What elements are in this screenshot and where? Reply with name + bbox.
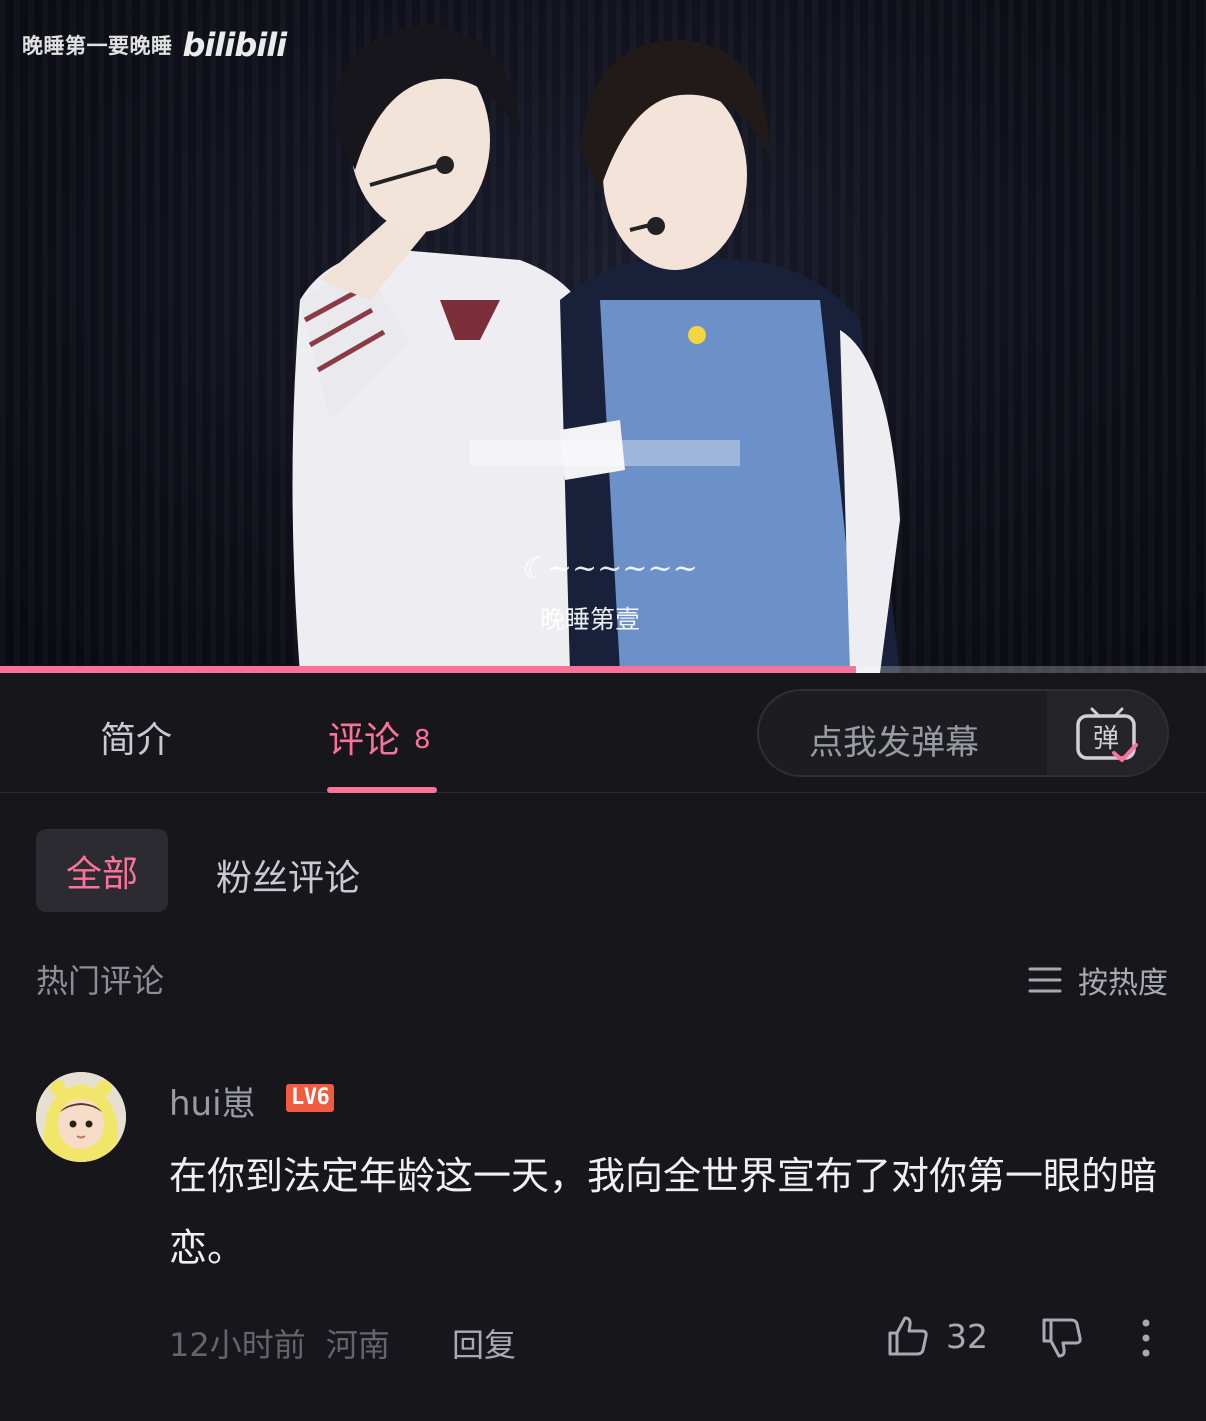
danmaku-input-box: 点我发弹幕 弹 <box>757 689 1169 777</box>
thumbs-up-icon <box>888 1316 928 1356</box>
video-caption: 晚睡第壹 <box>540 605 641 634</box>
filter-all-label: 全部 <box>65 853 138 895</box>
menu-lines-icon <box>1028 967 1062 993</box>
video-player[interactable]: ☾~~~~~~ 晚睡第一要晚睡 bilibili 晚睡第壹 <box>0 0 1206 673</box>
danmaku-icon: 弹 <box>1076 707 1138 762</box>
tab-comments-label: 评论 <box>328 720 401 761</box>
video-progress-bar[interactable] <box>0 666 1206 673</box>
reply-button[interactable]: 回复 <box>452 1320 516 1366</box>
comment-text: 在你到法定年龄这一天，我向全世界宣布了对你第一眼的暗恋。 <box>169 1154 1158 1270</box>
like-button[interactable]: 32 <box>886 1314 988 1358</box>
user-level-badge: LV6 <box>286 1084 335 1112</box>
comment-meta: 12小时前 河南 <box>169 1320 390 1366</box>
sort-label: 按热度 <box>1078 966 1168 1001</box>
filter-fans-label: 粉丝评论 <box>216 858 361 899</box>
filter-all-button[interactable]: 全部 <box>36 829 168 912</box>
hot-comments-heading: 热门评论 <box>36 962 165 1000</box>
comment-time: 12小时前 <box>169 1326 306 1364</box>
watermark-text: 晚睡第一要晚睡 <box>22 34 173 58</box>
more-vertical-icon <box>1142 1319 1150 1357</box>
tab-intro[interactable]: 简介 <box>100 711 172 763</box>
svg-text:☾~~~~~~: ☾~~~~~~ <box>520 551 698 586</box>
like-count: 32 <box>946 1316 988 1356</box>
danmaku-toggle-button[interactable]: 弹 <box>1047 691 1167 775</box>
video-progress-fill <box>0 666 857 673</box>
video-frame-performers: ☾~~~~~~ <box>292 25 900 673</box>
sort-button[interactable]: 按热度 <box>1028 958 1168 1002</box>
comment-location: 河南 <box>325 1326 390 1364</box>
tab-bar: 简介 评论 8 点我发弹幕 弹 <box>0 673 1206 793</box>
bilibili-watermark: 晚睡第一要晚睡 bilibili <box>22 26 288 64</box>
danmaku-icon-glyph: 弹 <box>1093 724 1119 754</box>
more-options-button[interactable] <box>1136 1318 1156 1362</box>
avatar-image <box>36 1072 126 1162</box>
filter-fans-button[interactable]: 粉丝评论 <box>216 849 360 901</box>
bilibili-logo: bilibili <box>182 26 288 64</box>
comment-username[interactable]: hui崽 <box>169 1076 256 1125</box>
thumbs-down-icon <box>1042 1318 1082 1358</box>
active-tab-indicator <box>327 787 437 793</box>
tab-comments-count: 8 <box>414 725 431 755</box>
tab-comments[interactable]: 评论 8 <box>328 711 431 763</box>
dislike-button[interactable] <box>1040 1316 1084 1364</box>
danmaku-input[interactable]: 点我发弹幕 <box>809 715 979 764</box>
tab-intro-label: 简介 <box>100 720 173 761</box>
avatar[interactable] <box>36 1072 126 1162</box>
